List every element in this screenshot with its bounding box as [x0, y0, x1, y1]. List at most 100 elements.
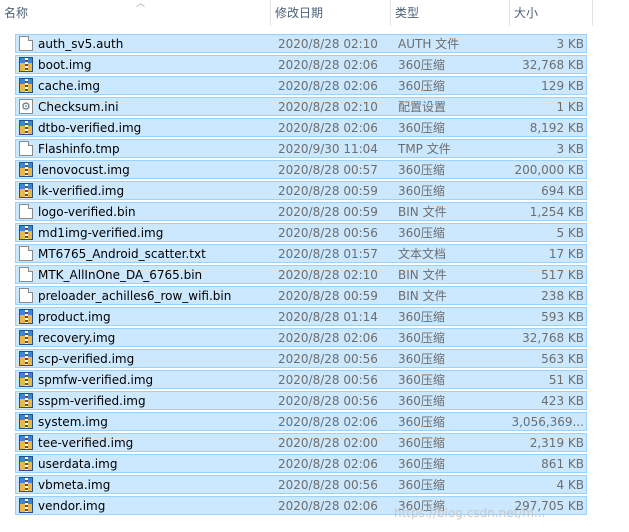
file-type: 配置设置: [398, 100, 447, 114]
file-row[interactable]: preloader_achilles6_row_wifi.bin 2020/8/2…: [15, 286, 587, 305]
file-icon: [19, 288, 33, 303]
file-icon-cell: [18, 36, 34, 52]
file-size: 238 KB: [541, 289, 584, 303]
file-date: 2020/8/28 00:57: [278, 163, 378, 177]
file-date: 2020/8/28 01:57: [278, 247, 378, 261]
watermark-text: https://blog.csdn.net/m...: [394, 506, 546, 520]
file-name: logo-verified.bin: [38, 205, 136, 219]
file-size: 517 KB: [541, 268, 584, 282]
file-icon-cell: [18, 477, 34, 493]
file-icon-cell: [18, 225, 34, 241]
file-date: 2020/8/28 02:06: [278, 457, 378, 471]
file-row[interactable]: auth_sv5.auth 2020/8/28 02:10 AUTH 文件 3 KB: [15, 34, 587, 53]
file-type: 360压缩: [398, 394, 445, 408]
file-icon: [19, 204, 33, 219]
file-size: 32,768 KB: [522, 58, 584, 72]
file-row[interactable]: vbmeta.img 2020/8/28 00:56 360压缩 4 KB: [15, 475, 587, 494]
file-icon-cell: [18, 498, 34, 514]
file-size: 17 KB: [548, 247, 584, 261]
file-type: 文本文档: [398, 247, 447, 261]
file-date: 2020/8/28 00:56: [278, 352, 378, 366]
archive-icon: [19, 330, 33, 345]
file-size: 32,768 KB: [522, 331, 584, 345]
file-icon-cell: [18, 456, 34, 472]
file-icon-cell: [18, 78, 34, 94]
file-row[interactable]: cache.img 2020/8/28 02:06 360压缩 129 KB: [15, 76, 587, 95]
file-size: 3 KB: [556, 37, 584, 51]
file-icon-cell: [18, 204, 34, 220]
file-row[interactable]: md1img-verified.img 2020/8/28 00:56 360压缩 5…: [15, 223, 587, 242]
file-icon-cell: [18, 435, 34, 451]
config-icon: [19, 99, 33, 114]
file-icon-cell: [18, 393, 34, 409]
file-row[interactable]: dtbo-verified.img 2020/8/28 02:06 360压缩 8,1…: [15, 118, 587, 137]
file-type: 360压缩: [398, 79, 445, 93]
file-name: lk-verified.img: [38, 184, 125, 198]
file-icon-cell: [18, 288, 34, 304]
file-size: 3 KB: [556, 142, 584, 156]
file-icon-cell: [18, 141, 34, 157]
file-date: 2020/8/28 01:14: [278, 310, 378, 324]
file-size: 129 KB: [541, 79, 584, 93]
file-size: 8,192 KB: [529, 121, 584, 135]
column-header-size[interactable]: 大小: [510, 0, 593, 26]
file-date: 2020/8/28 02:06: [278, 331, 378, 345]
file-size: 593 KB: [541, 310, 584, 324]
file-row[interactable]: lk-verified.img 2020/8/28 00:59 360压缩 694 K…: [15, 181, 587, 200]
file-row[interactable]: logo-verified.bin 2020/8/28 00:59 BIN 文件 1,…: [15, 202, 587, 221]
file-icon: [19, 36, 33, 51]
file-name: md1img-verified.img: [38, 226, 164, 240]
file-size: 563 KB: [541, 352, 584, 366]
file-type: 360压缩: [398, 184, 445, 198]
column-header-name[interactable]: ︿ 名称: [0, 0, 271, 26]
file-size: 1 KB: [556, 100, 584, 114]
file-name: preloader_achilles6_row_wifi.bin: [38, 289, 232, 303]
file-name: dtbo-verified.img: [38, 121, 142, 135]
file-row[interactable]: Checksum.ini 2020/8/28 02:10 配置设置 1 KB: [15, 97, 587, 116]
file-type: 360压缩: [398, 415, 445, 429]
file-row[interactable]: spmfw-verified.img 2020/8/28 00:56 360压缩 51…: [15, 370, 587, 389]
file-type: BIN 文件: [398, 268, 447, 282]
archive-icon: [19, 309, 33, 324]
file-row[interactable]: userdata.img 2020/8/28 02:06 360压缩 861 KB: [15, 454, 587, 473]
file-date: 2020/8/28 00:56: [278, 373, 378, 387]
file-size: 423 KB: [541, 394, 584, 408]
column-header-type[interactable]: 类型: [391, 0, 510, 26]
file-name: system.img: [38, 415, 108, 429]
file-type: AUTH 文件: [398, 37, 460, 51]
file-row[interactable]: Flashinfo.tmp 2020/9/30 11:04 TMP 文件 3 KB: [15, 139, 587, 158]
column-header-date[interactable]: 修改日期: [271, 0, 391, 26]
file-size: 2,319 KB: [529, 436, 584, 450]
file-date: 2020/8/28 02:06: [278, 79, 378, 93]
file-row[interactable]: MT6765_Android_scatter.txt 2020/8/28 01:5…: [15, 244, 587, 263]
file-icon-cell: [18, 309, 34, 325]
file-name: recovery.img: [38, 331, 116, 345]
file-row[interactable]: lenovocust.img 2020/8/28 00:57 360压缩 200,00…: [15, 160, 587, 179]
file-type: 360压缩: [398, 163, 445, 177]
file-size: 4 KB: [556, 478, 584, 492]
column-header-name-label: 名称: [4, 6, 29, 20]
file-row[interactable]: system.img 2020/8/28 02:06 360压缩 3,056,369.…: [15, 412, 587, 431]
file-icon-cell: [18, 267, 34, 283]
file-name: Checksum.ini: [38, 100, 119, 114]
file-row[interactable]: sspm-verified.img 2020/8/28 00:56 360压缩 423…: [15, 391, 587, 410]
file-row[interactable]: boot.img 2020/8/28 02:06 360压缩 32,768 KB: [15, 55, 587, 74]
file-row[interactable]: recovery.img 2020/8/28 02:06 360压缩 32,768 K…: [15, 328, 587, 347]
file-row[interactable]: scp-verified.img 2020/8/28 00:56 360压缩 563 …: [15, 349, 587, 368]
column-header-date-label: 修改日期: [275, 6, 324, 20]
file-row[interactable]: MTK_AllInOne_DA_6765.bin 2020/8/28 02:10 B…: [15, 265, 587, 284]
file-icon-cell: [18, 99, 34, 115]
file-size: 1,254 KB: [529, 205, 584, 219]
file-name: Flashinfo.tmp: [38, 142, 120, 156]
archive-icon: [19, 498, 33, 513]
archive-icon: [19, 183, 33, 198]
file-type: BIN 文件: [398, 205, 447, 219]
file-icon-cell: [18, 183, 34, 199]
file-name: product.img: [38, 310, 111, 324]
file-type: 360压缩: [398, 331, 445, 345]
file-type: 360压缩: [398, 58, 445, 72]
archive-icon: [19, 414, 33, 429]
file-name: auth_sv5.auth: [38, 37, 124, 51]
file-row[interactable]: product.img 2020/8/28 01:14 360压缩 593 KB: [15, 307, 587, 326]
file-row[interactable]: tee-verified.img 2020/8/28 02:00 360压缩 2,31…: [15, 433, 587, 452]
